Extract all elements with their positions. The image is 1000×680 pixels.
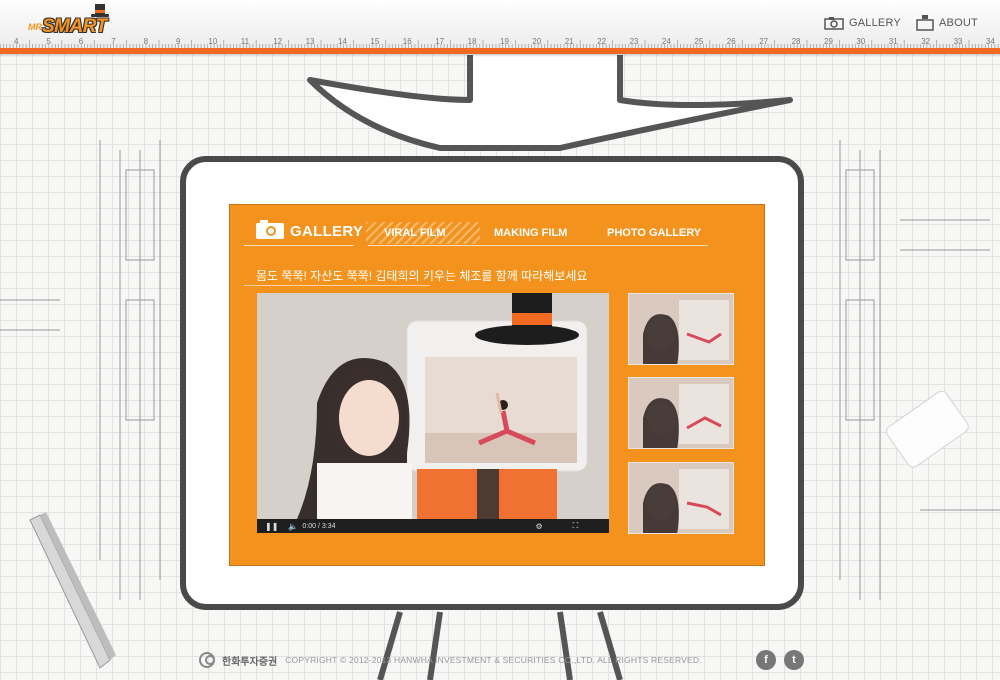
video-thumbnail[interactable] bbox=[628, 293, 734, 365]
gallery-panel: GALLERY VIRAL FILM MAKING FILM PHOTO GAL… bbox=[229, 204, 765, 566]
facebook-icon[interactable]: f bbox=[756, 650, 776, 670]
ruler-number: 17 bbox=[435, 37, 444, 46]
ruler-number: 12 bbox=[273, 37, 282, 46]
video-controls: ❚❚ 🔈 0:00 / 3:34 ⚙ ⛶ bbox=[257, 519, 609, 533]
volume-icon[interactable]: 🔈 bbox=[288, 522, 298, 531]
nav-gallery-label: GALLERY bbox=[849, 17, 901, 29]
footer-copyright: COPYRIGHT © 2012-2013 HANWHA INVESTMENT … bbox=[285, 655, 702, 665]
hanwha-logo-icon bbox=[199, 652, 215, 668]
ruler-number: 16 bbox=[403, 37, 412, 46]
ruler-number: 29 bbox=[824, 37, 833, 46]
ruler-number: 21 bbox=[565, 37, 574, 46]
ruler-number: 18 bbox=[468, 37, 477, 46]
footer-brand: 한화투자증권 bbox=[222, 656, 278, 668]
tab-underline bbox=[368, 245, 708, 246]
ruler-number: 30 bbox=[856, 37, 865, 46]
ruler-number: 20 bbox=[532, 37, 541, 46]
ruler-number: 5 bbox=[46, 37, 51, 46]
video-time: 0:00 / 3:34 bbox=[302, 522, 336, 530]
video-thumbnail[interactable] bbox=[628, 377, 734, 449]
fullscreen-icon[interactable]: ⛶ bbox=[573, 521, 579, 531]
twitter-icon[interactable]: t bbox=[784, 650, 804, 670]
nav-about[interactable]: ABOUT bbox=[916, 14, 978, 32]
video-frame-image bbox=[257, 293, 609, 519]
ruler-number: 13 bbox=[306, 37, 315, 46]
ruler-number: 11 bbox=[241, 37, 250, 46]
gallery-subtitle: 몸도 쭉쭉! 자산도 쭉쭉! 김태희의 키우는 체조를 함께 따라해보세요 bbox=[256, 269, 588, 283]
thumbnail-image bbox=[629, 378, 733, 448]
camera-icon bbox=[256, 220, 284, 239]
video-thumbnail[interactable] bbox=[628, 462, 734, 534]
ruler-number: 33 bbox=[954, 37, 963, 46]
settings-icon[interactable]: ⚙ bbox=[535, 522, 542, 531]
ruler-number: 28 bbox=[792, 37, 801, 46]
ruler-number: 25 bbox=[694, 37, 703, 46]
ruler-number: 9 bbox=[176, 37, 181, 46]
nav-gallery[interactable]: GALLERY bbox=[824, 14, 901, 32]
ruler-number: 31 bbox=[889, 37, 898, 46]
subtitle-underline bbox=[244, 285, 430, 286]
ruler-number: 8 bbox=[144, 37, 149, 46]
hat-icon bbox=[91, 4, 109, 17]
ruler-number: 6 bbox=[79, 37, 84, 46]
monitor-icon bbox=[916, 15, 934, 31]
thumbnail-image bbox=[629, 294, 733, 364]
pause-icon[interactable]: ❚❚ bbox=[265, 522, 278, 531]
ruler-number: 10 bbox=[208, 37, 217, 46]
tab-photo-gallery[interactable]: PHOTO GALLERY bbox=[607, 227, 701, 239]
footer: 한화투자증권 COPYRIGHT © 2012-2013 HANWHA INVE… bbox=[196, 648, 808, 672]
gallery-title: GALLERY bbox=[290, 223, 364, 240]
ruler-number: 4 bbox=[14, 37, 19, 46]
ruler-shadow bbox=[0, 54, 1000, 57]
ruler-number: 24 bbox=[662, 37, 671, 46]
ruler-number: 7 bbox=[111, 37, 116, 46]
ruler-number: 14 bbox=[338, 37, 347, 46]
ruler-number: 32 bbox=[921, 37, 930, 46]
title-underline bbox=[244, 245, 354, 246]
ruler-number: 34 bbox=[986, 37, 995, 46]
tab-viral-film[interactable]: VIRAL FILM bbox=[366, 222, 480, 244]
ruler-number: 23 bbox=[630, 37, 639, 46]
ruler-number: 15 bbox=[370, 37, 379, 46]
video-player[interactable]: ❚❚ 🔈 0:00 / 3:34 ⚙ ⛶ bbox=[257, 293, 609, 533]
ruler: 4 5 6 7 8 9 10 11 12 13 14 15 16 17 18 19 20 21 22 23 24 25 26… bbox=[0, 37, 999, 48]
ruler-number: 22 bbox=[597, 37, 606, 46]
ruler-number: 19 bbox=[500, 37, 509, 46]
ruler-number: 27 bbox=[759, 37, 768, 46]
gallery-header: GALLERY VIRAL FILM MAKING FILM PHOTO GAL… bbox=[230, 205, 764, 255]
nav-about-label: ABOUT bbox=[939, 17, 978, 29]
tab-making-film[interactable]: MAKING FILM bbox=[494, 227, 567, 239]
thumbnail-image bbox=[629, 463, 733, 533]
ruler-number: 26 bbox=[727, 37, 736, 46]
camera-icon bbox=[824, 17, 844, 30]
